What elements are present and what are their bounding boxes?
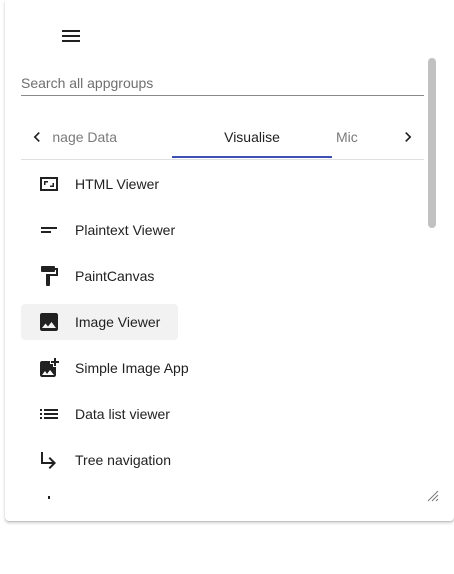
tab-mic[interactable]: Mic	[336, 114, 392, 159]
image-icon	[37, 310, 61, 334]
app-item-simple-image-app[interactable]: Simple Image App	[21, 350, 424, 386]
tab-scroll-right-button[interactable]	[392, 114, 424, 159]
subdirectory-arrow-icon	[37, 448, 61, 472]
app-item-html-viewer[interactable]: HTML Viewer	[21, 166, 424, 202]
paint-roller-icon	[37, 264, 61, 288]
tab-visualise[interactable]: Visualise	[172, 114, 332, 159]
app-item-label: Data list viewer	[75, 406, 170, 422]
list-icon	[37, 402, 61, 426]
add-photo-icon	[37, 356, 61, 380]
scrollbar-thumb[interactable]	[428, 58, 436, 228]
search-input[interactable]	[21, 66, 424, 95]
frame-icon	[37, 172, 61, 196]
tab-scroll-left-button[interactable]	[21, 114, 53, 159]
resize-handle[interactable]	[425, 488, 439, 502]
tab-import-manage-data[interactable]: & Manage Data	[53, 114, 117, 159]
app-item-label: HTML Viewer	[75, 176, 160, 192]
app-item-paintcanvas[interactable]: PaintCanvas	[21, 258, 424, 294]
app-item-label: PaintCanvas	[75, 268, 155, 284]
short-text-icon	[37, 218, 61, 242]
appgroup-tabs: & Manage Data Visualise Mic	[21, 114, 424, 160]
app-item-label: Tree navigation	[75, 452, 171, 468]
app-item-image-viewer[interactable]: Image Viewer	[21, 304, 178, 340]
vertical-scrollbar[interactable]	[426, 56, 438, 506]
chevron-right-icon	[405, 131, 412, 142]
hamburger-menu-icon	[62, 30, 80, 42]
app-item-plaintext-viewer[interactable]: Plaintext Viewer	[21, 212, 424, 248]
app-item-partial[interactable]	[21, 488, 424, 506]
partial-icon	[37, 494, 61, 506]
app-item-tree-navigation[interactable]: Tree navigation	[21, 442, 424, 478]
app-item-label: Simple Image App	[75, 360, 189, 376]
hamburger-menu-button[interactable]	[57, 22, 85, 50]
app-item-label: Plaintext Viewer	[75, 222, 176, 238]
active-tab-indicator	[172, 156, 332, 158]
resize-grip-icon	[427, 490, 439, 502]
tab-strip: & Manage Data Visualise Mic	[53, 114, 392, 159]
search-field	[21, 66, 424, 96]
chevron-left-icon	[33, 131, 40, 142]
app-launcher-panel: & Manage Data Visualise Mic HTML Viewer	[5, 0, 454, 521]
app-list: HTML Viewer Plaintext Viewer PaintCanvas…	[21, 166, 424, 506]
appgroups-scroll-area: & Manage Data Visualise Mic HTML Viewer	[5, 56, 442, 506]
app-item-data-list-viewer[interactable]: Data list viewer	[21, 396, 424, 432]
app-item-label: Image Viewer	[75, 314, 161, 330]
